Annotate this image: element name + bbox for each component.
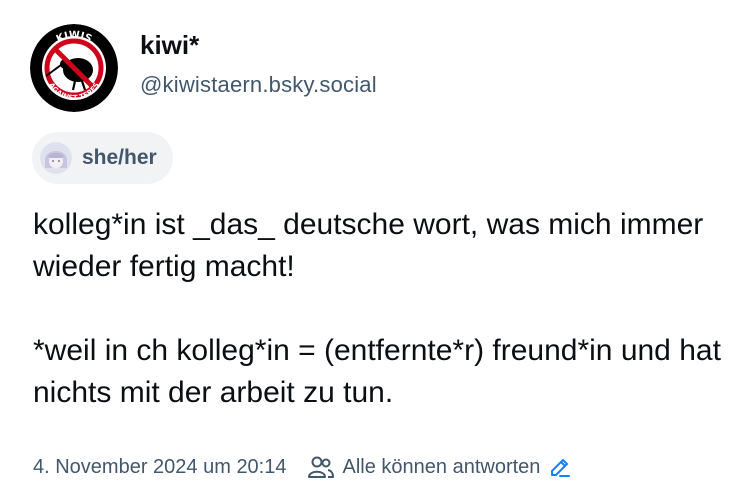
- post-paragraph: *weil in ch kolleg*in = (entfernte*r) fr…: [33, 334, 721, 409]
- kiwi-badge-icon: KIWIS AGAINST TERFS: [30, 24, 118, 112]
- pencil-icon[interactable]: [548, 455, 572, 479]
- post-paragraph: kolleg*in ist _das_ deutsche wort, was m…: [33, 208, 704, 283]
- author-avatar[interactable]: KIWIS AGAINST TERFS: [30, 24, 118, 112]
- post-meta: 4. November 2024 um 20:14 Alle können an…: [33, 455, 572, 479]
- post-timestamp: 4. November 2024 um 20:14: [33, 455, 287, 478]
- pronoun-label: she/her: [82, 146, 157, 169]
- post-body: kolleg*in ist _das_ deutsche wort, was m…: [33, 204, 723, 414]
- author-display-name[interactable]: kiwi*: [140, 30, 199, 61]
- author-handle[interactable]: @kiwistaern.bsky.social: [140, 72, 377, 98]
- people-icon: [307, 456, 334, 478]
- pronoun-avatar-icon: [40, 142, 72, 174]
- reply-setting[interactable]: Alle können antworten: [307, 455, 573, 479]
- pronoun-chip: she/her: [32, 132, 173, 184]
- reply-setting-label: Alle können antworten: [342, 455, 541, 478]
